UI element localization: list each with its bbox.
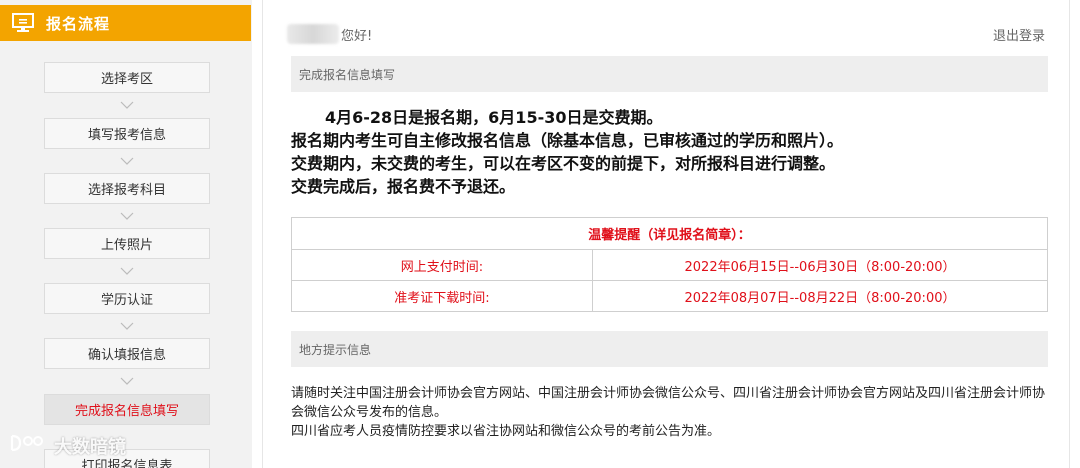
- step-fill-info[interactable]: 填写报考信息: [44, 118, 210, 149]
- step-education-verify[interactable]: 学历认证: [44, 283, 210, 314]
- watermark-text: 大数暗镜: [54, 436, 126, 458]
- notice-line: 交费完成后，报名费不予退还。: [291, 177, 516, 196]
- payment-time-label: 网上支付时间:: [291, 249, 593, 281]
- step-select-area[interactable]: 选择考区: [44, 62, 210, 93]
- sidebar: 报名流程 选择考区 填写报考信息 选择报考科目 上传照片 学历认证 确认填报信息…: [0, 0, 252, 468]
- sidebar-title: 报名流程: [46, 14, 111, 33]
- reminder-table: 温馨提醒（详见报名简章）： 网上支付时间: 2022年06月15日--06月30…: [291, 217, 1048, 312]
- step-complete-registration[interactable]: 完成报名信息填写: [44, 394, 210, 425]
- monitor-icon: [12, 12, 34, 34]
- ticket-download-label: 准考证下载时间:: [291, 280, 593, 312]
- notice-line: 4月6-28日是报名期，6月15-30日是交费期。: [325, 108, 663, 127]
- section-title-local: 地方提示信息: [291, 331, 1048, 367]
- top-bar: 您好! 退出登录: [263, 15, 1069, 51]
- step-select-subjects[interactable]: 选择报考科目: [44, 173, 210, 204]
- main-panel: 您好! 退出登录 完成报名信息填写 4月6-28日是报名期，6月15-30日是交…: [262, 0, 1070, 468]
- local-info-line: 请随时关注中国注册会计师协会官方网站、中国注册会计师协会微信公众号、四川省注册会…: [291, 386, 1046, 420]
- notice-text: 4月6-28日是报名期，6月15-30日是交费期。 报名期内考生可自主修改报名信…: [291, 106, 1048, 198]
- ticket-download-value: 2022年08月07日--08月22日（8:00-20:00）: [592, 280, 1048, 312]
- step-confirm-info[interactable]: 确认填报信息: [44, 338, 210, 369]
- local-info: 请随时关注中国注册会计师协会官方网站、中国注册会计师协会微信公众号、四川省注册会…: [291, 384, 1048, 441]
- blurred-username: [287, 24, 339, 44]
- local-info-line: 四川省应考人员疫情防控要求以省注协网站和微信公众号的考前公告为准。: [291, 424, 721, 439]
- step-upload-photo[interactable]: 上传照片: [44, 228, 210, 259]
- logout-link[interactable]: 退出登录: [993, 25, 1045, 44]
- watermark: 大数暗镜: [8, 432, 126, 459]
- notice-line: 报名期内考生可自主修改报名信息（除基本信息，已审核通过的学历和照片）。: [291, 131, 844, 150]
- payment-time-value: 2022年06月15日--06月30日（8:00-20:00）: [592, 249, 1048, 281]
- reminder-title: 温馨提醒（详见报名简章）：: [291, 217, 1048, 250]
- watermark-logo-icon: [8, 432, 48, 459]
- greeting: 您好!: [341, 29, 373, 44]
- table-row: 网上支付时间: 2022年06月15日--06月30日（8:00-20:00）: [291, 249, 1048, 281]
- section-title-complete: 完成报名信息填写: [291, 56, 1048, 92]
- notice-line: 交费期内，未交费的考生，可以在考区不变的前提下，对所报科目进行调整。: [291, 154, 836, 173]
- table-row: 准考证下载时间: 2022年08月07日--08月22日（8:00-20:00）: [291, 280, 1048, 312]
- sidebar-header: 报名流程: [0, 5, 251, 41]
